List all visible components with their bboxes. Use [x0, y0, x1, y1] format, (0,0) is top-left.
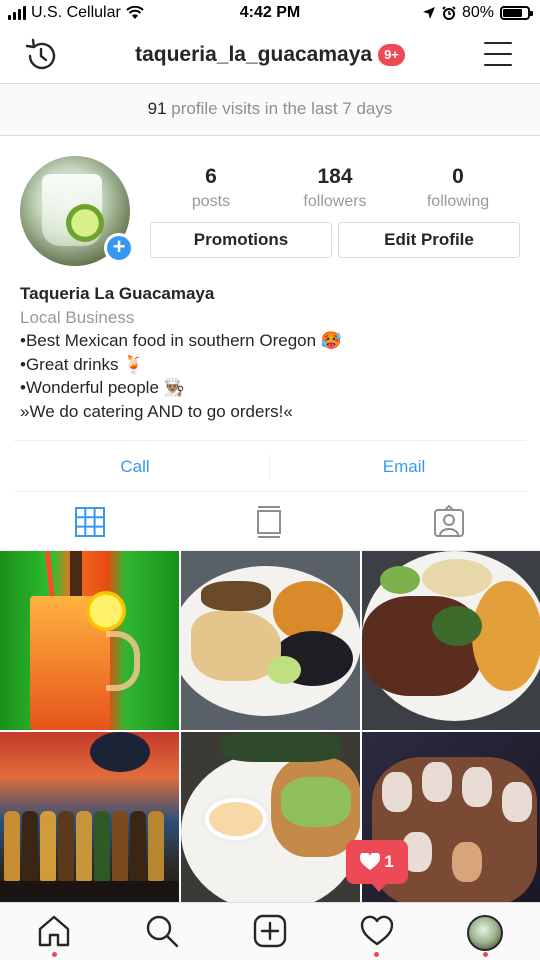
email-button[interactable]: Email	[270, 441, 538, 493]
post-thumbnail[interactable]	[0, 551, 179, 730]
home-icon[interactable]	[36, 913, 72, 949]
bottom-nav	[0, 902, 540, 960]
profile-visits-banner[interactable]: 91 profile visits in the last 7 days	[0, 84, 540, 136]
signal-icon	[8, 6, 26, 20]
posts-label: posts	[191, 193, 231, 210]
menu-icon[interactable]	[484, 42, 512, 66]
feed-icon[interactable]	[252, 505, 286, 539]
tagged-icon[interactable]	[432, 505, 466, 539]
following-label: following	[426, 193, 490, 210]
posts-count: 6	[205, 165, 217, 188]
visits-text: profile visits in the last 7 days	[171, 99, 393, 118]
wifi-icon	[126, 6, 144, 19]
profile-icon[interactable]	[467, 915, 503, 951]
bio-line: •Great drinks 🍹	[20, 354, 145, 374]
post-thumbnail[interactable]	[181, 551, 360, 730]
status-bar: U.S. Cellular 4:42 PM 80%	[0, 0, 540, 28]
location-icon	[422, 7, 435, 19]
alarm-icon	[442, 6, 456, 20]
profile-header: taqueria_la_guacamaya 9+	[0, 28, 540, 84]
add-icon[interactable]	[252, 913, 288, 949]
heart-icon	[360, 853, 381, 870]
edit-profile-button[interactable]: Edit Profile	[338, 222, 520, 258]
search-icon[interactable]	[144, 913, 180, 949]
following-stat[interactable]: 0 following	[403, 165, 513, 211]
profile-name: Taqueria La Guacamaya	[20, 284, 215, 303]
home-notification-dot	[52, 952, 57, 957]
bio-line: •Wonderful people 👨🏽‍🍳	[20, 378, 185, 397]
username: taqueria_la_guacamaya	[135, 43, 373, 66]
profile-bio: Taqueria La Guacamaya Local Business •Be…	[20, 282, 520, 423]
post-grid	[0, 551, 540, 911]
username-title[interactable]: taqueria_la_guacamaya 9+	[0, 43, 540, 67]
battery-icon	[500, 6, 533, 20]
heart-icon[interactable]	[359, 913, 395, 949]
post-thumbnail[interactable]	[362, 732, 540, 911]
activity-popup[interactable]: 1	[346, 840, 408, 892]
bio-line: »We do catering AND to go orders!«	[20, 401, 293, 421]
likes-count: 1	[384, 852, 394, 871]
promotions-button[interactable]: Promotions	[150, 222, 332, 258]
activity-notification-dot	[374, 952, 379, 957]
battery-percent: 80%	[461, 4, 494, 21]
post-thumbnail[interactable]	[362, 551, 540, 730]
post-thumbnail[interactable]	[0, 732, 179, 911]
add-story-icon[interactable]: +	[104, 233, 134, 263]
grid-icon[interactable]	[73, 505, 107, 539]
post-thumbnail[interactable]	[181, 732, 360, 911]
bio-line: •Best Mexican food in southern Oregon 🥵	[20, 331, 342, 350]
followers-count: 184	[317, 165, 353, 188]
call-button[interactable]: Call	[14, 441, 256, 493]
contact-bar: Call Email	[14, 440, 526, 492]
posts-stat[interactable]: 6 posts	[156, 165, 266, 211]
visits-count: 91	[147, 99, 167, 118]
profile-category: Local Business	[20, 307, 135, 327]
followers-stat[interactable]: 184 followers	[280, 165, 390, 211]
profile-tabs	[0, 493, 540, 551]
following-count: 0	[452, 165, 464, 188]
profile-notification-dot	[483, 952, 488, 957]
carrier-label: U.S. Cellular	[31, 4, 121, 21]
followers-label: followers	[303, 193, 367, 210]
notification-badge: 9+	[378, 44, 405, 66]
